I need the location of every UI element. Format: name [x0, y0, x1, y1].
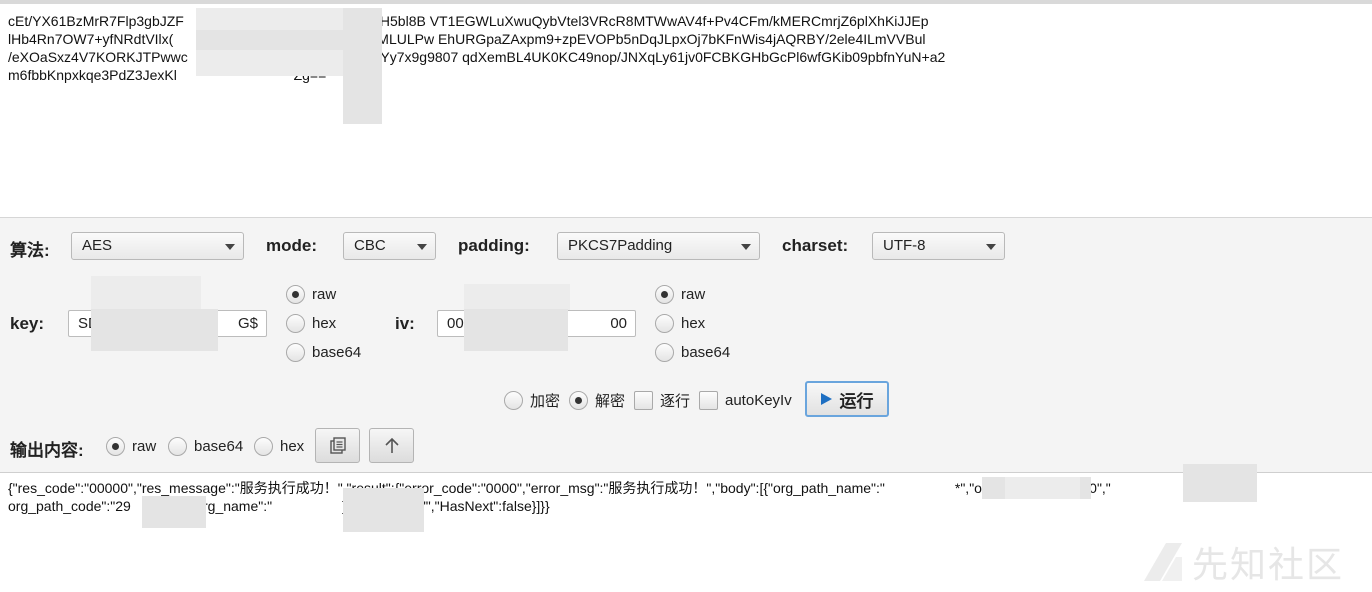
radio-icon	[569, 390, 588, 410]
arrow-up-icon	[384, 437, 399, 453]
iv-format-raw[interactable]: raw	[655, 283, 705, 305]
redaction-block	[106, 309, 154, 351]
redaction-block	[142, 496, 206, 528]
key-label: key:	[10, 314, 45, 333]
encrypt-radio[interactable]: 加密	[504, 389, 560, 411]
iv-label: iv:	[395, 314, 415, 333]
input-text: cEt/YX61BzMrR7Flp3gbJZF nX5c3zd7jjJfH5bl…	[8, 13, 946, 83]
redaction-block	[343, 488, 424, 532]
xianzhi-logo-icon	[1144, 543, 1182, 581]
chevron-down-icon	[741, 244, 751, 250]
iv-value-end: 00	[610, 315, 627, 332]
padding-value: PKCS7Padding	[568, 237, 673, 254]
chevron-down-icon	[225, 244, 235, 250]
mode-value: CBC	[354, 237, 386, 254]
move-to-input-button[interactable]	[369, 428, 414, 463]
radio-icon	[106, 436, 125, 456]
charset-label: charset:	[782, 236, 849, 255]
radio-icon	[254, 436, 273, 456]
checkbox-icon	[634, 390, 653, 410]
key-format-raw[interactable]: raw	[286, 283, 336, 305]
auto-key-iv-checkbox[interactable]: autoKeyIv	[699, 389, 792, 411]
radio-icon	[286, 342, 305, 362]
algorithm-select[interactable]: AES	[71, 232, 244, 260]
radio-icon	[168, 436, 187, 456]
output-label: 输出内容:	[10, 441, 84, 460]
algorithm-label: 算法:	[10, 241, 50, 260]
key-format-base64[interactable]: base64	[286, 341, 361, 363]
play-icon	[820, 393, 832, 405]
radio-icon	[286, 284, 305, 304]
chevron-down-icon	[417, 244, 427, 250]
output-format-hex[interactable]: hex	[254, 435, 304, 457]
radio-icon	[286, 313, 305, 333]
chevron-down-icon	[986, 244, 996, 250]
checkbox-icon	[699, 390, 718, 410]
iv-value-start: 00	[447, 315, 464, 332]
output-format-raw[interactable]: raw	[106, 435, 156, 457]
redaction-block	[91, 276, 201, 310]
iv-format-hex[interactable]: hex	[655, 312, 705, 334]
output-format-base64[interactable]: base64	[168, 435, 243, 457]
radio-icon	[504, 390, 523, 410]
line-by-line-checkbox[interactable]: 逐行	[634, 389, 690, 411]
radio-icon	[655, 313, 674, 333]
mode-label: mode:	[266, 236, 317, 255]
redaction-block	[1183, 464, 1257, 502]
algorithm-value: AES	[82, 237, 113, 254]
iv-format-base64[interactable]: base64	[655, 341, 730, 363]
copy-button[interactable]	[315, 428, 360, 463]
redaction-block	[464, 284, 570, 310]
key-value-end: G$	[237, 315, 258, 332]
watermark-text: 先知社区	[1192, 545, 1345, 586]
charset-value: UTF-8	[883, 237, 926, 254]
radio-icon	[655, 342, 674, 362]
mode-select[interactable]: CBC	[343, 232, 436, 260]
padding-select[interactable]: PKCS7Padding	[557, 232, 760, 260]
run-button[interactable]: 运行	[805, 381, 889, 417]
decrypt-radio[interactable]: 解密	[569, 389, 625, 411]
watermark: 先知社区	[1140, 536, 1344, 588]
charset-select[interactable]: UTF-8	[872, 232, 1005, 260]
redaction-block	[343, 8, 382, 124]
redaction-block	[1005, 477, 1080, 499]
padding-label: padding:	[458, 236, 530, 255]
radio-icon	[655, 284, 674, 304]
redaction-block	[484, 309, 532, 351]
key-format-hex[interactable]: hex	[286, 312, 336, 334]
input-textarea[interactable]: cEt/YX61BzMrR7Flp3gbJZF nX5c3zd7jjJfH5bl…	[0, 0, 1372, 217]
copy-icon	[329, 436, 346, 454]
